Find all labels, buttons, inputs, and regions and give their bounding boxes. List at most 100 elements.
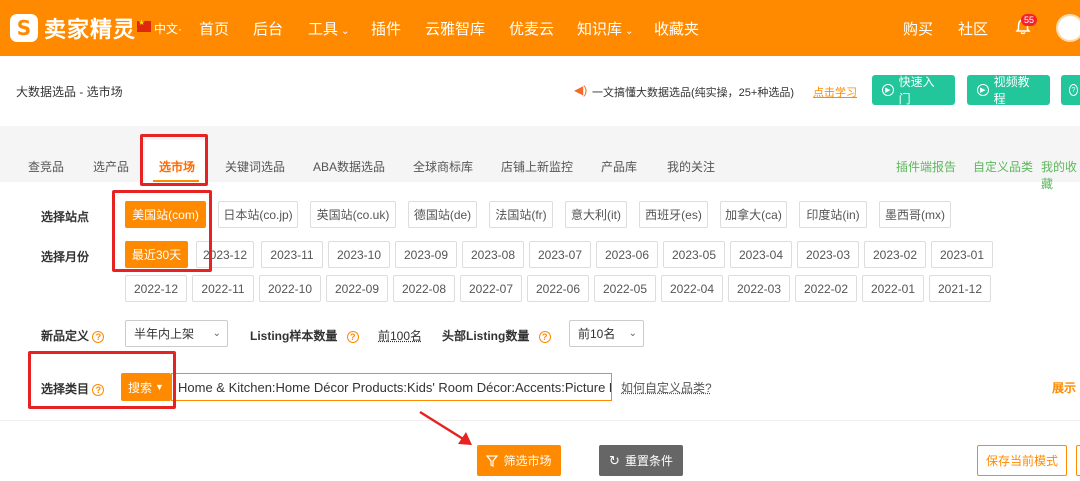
site-chip-de[interactable]: 德国站(de) <box>408 201 477 228</box>
quick-start-button[interactable]: ▶ 快速入门 <box>872 75 955 106</box>
month-chip[interactable]: 2022-06 <box>527 275 589 302</box>
filter-icon <box>486 454 499 467</box>
help-icon[interactable]: ? <box>538 330 551 343</box>
month-chip[interactable]: 2022-12 <box>125 275 187 302</box>
month-chip[interactable]: 2022-07 <box>460 275 522 302</box>
language-selector[interactable]: 中文· <box>154 20 182 37</box>
chevron-down-icon: ⌄ <box>628 328 637 339</box>
month-chip[interactable]: 2021-12 <box>929 275 991 302</box>
month-chip[interactable]: 2022-02 <box>795 275 857 302</box>
help-button[interactable]: ? <box>1061 75 1080 105</box>
site-chip-it[interactable]: 意大利(it) <box>565 201 627 228</box>
chevron-down-icon: ⌄ <box>625 26 634 37</box>
top-nav-bar: S 卖家精灵 中文· 首页 后台 工具⌄ 插件 云雅智库 优麦云 知识库⌄ 收藏… <box>0 0 1080 56</box>
tab-my-follows[interactable]: 我的关注 <box>667 158 715 175</box>
chevron-down-icon: ⌄ <box>212 328 221 339</box>
my-favorites-link[interactable]: 我的收藏 <box>1041 158 1080 192</box>
site-chip-ca[interactable]: 加拿大(ca) <box>720 201 787 228</box>
annotation-box-site-month <box>112 190 212 272</box>
notification-badge: 55 <box>1021 14 1038 26</box>
month-chip[interactable]: 2023-05 <box>663 241 725 268</box>
speaker-icon: ◀) <box>574 83 588 97</box>
month-chip[interactable]: 2022-01 <box>862 275 924 302</box>
logo-text: 卖家精灵 <box>44 17 137 42</box>
nav-item-knowledge[interactable]: 知识库 ⌄ <box>577 18 633 39</box>
new-product-label: 新品定义 ? <box>41 327 105 344</box>
nav-item-buy[interactable]: 购买 <box>903 18 933 39</box>
site-chip-mx[interactable]: 墨西哥(mx) <box>879 201 951 228</box>
category-input[interactable]: Home & Kitchen:Home Décor Products:Kids'… <box>171 373 612 401</box>
notice-text: 一文搞懂大数据选品(纯实操，25+种选品) <box>592 87 794 99</box>
tab-trademark[interactable]: 全球商标库 <box>413 158 473 175</box>
help-icon[interactable]: ? <box>346 330 359 343</box>
custom-category-link[interactable]: 自定义品类 <box>973 158 1033 175</box>
tab-product-library[interactable]: 产品库 <box>601 158 637 175</box>
site-label: 选择站点 <box>41 210 90 224</box>
annotation-box-tab <box>140 134 208 186</box>
nav-item-tools[interactable]: 工具 ⌄ <box>308 18 349 39</box>
month-chip[interactable]: 2022-11 <box>192 275 254 302</box>
help-icon[interactable]: ? <box>92 330 105 343</box>
month-chip[interactable]: 2023-01 <box>931 241 993 268</box>
page-title: 大数据选品 - 选市场 <box>16 85 123 99</box>
annotation-box-category <box>28 351 176 409</box>
save-mode-button[interactable]: 保存当前模式 <box>977 445 1067 476</box>
month-chip[interactable]: 2023-09 <box>395 241 457 268</box>
site-chip-jp[interactable]: 日本站(co.jp) <box>218 201 298 228</box>
listing-sample-label: Listing样本数量 ? <box>250 327 359 344</box>
nav-item-favorites[interactable]: 收藏夹 <box>654 18 699 39</box>
logo[interactable]: S 卖家精灵 <box>10 12 136 44</box>
head-listing-label: 头部Listing数量 ? <box>442 327 551 344</box>
month-chip[interactable]: 2023-04 <box>730 241 792 268</box>
reset-button[interactable]: ↻ 重置条件 <box>599 445 683 476</box>
expand-link[interactable]: 展示 <box>1052 379 1076 396</box>
nav-item-home[interactable]: 首页 <box>199 18 229 39</box>
more-button[interactable] <box>1076 445 1080 476</box>
site-chip-in[interactable]: 印度站(in) <box>799 201 867 228</box>
nav-item-youmaiyun[interactable]: 优麦云 <box>509 18 554 39</box>
month-chip[interactable]: 2022-03 <box>728 275 790 302</box>
head-listing-select[interactable]: 前10名 ⌄ <box>569 320 644 347</box>
month-chip[interactable]: 2022-09 <box>326 275 388 302</box>
tab-store-monitor[interactable]: 店铺上新监控 <box>501 158 573 175</box>
refresh-icon: ↻ <box>609 452 620 468</box>
month-chip[interactable]: 2022-04 <box>661 275 723 302</box>
custom-category-help-link[interactable]: 如何自定义品类? <box>621 379 712 396</box>
nav-item-yunya[interactable]: 云雅智库 <box>425 18 485 39</box>
tab-keyword[interactable]: 关键词选品 <box>225 158 285 175</box>
nav-item-plugin[interactable]: 插件 <box>371 18 401 39</box>
month-chip[interactable]: 2023-07 <box>529 241 591 268</box>
tab-aba[interactable]: ABA数据选品 <box>313 158 385 175</box>
listing-sample-value[interactable]: 前100名 <box>378 327 422 344</box>
month-chip[interactable]: 2023-10 <box>328 241 390 268</box>
month-chip[interactable]: 2023-03 <box>797 241 859 268</box>
nav-item-backend[interactable]: 后台 <box>253 18 283 39</box>
china-flag-icon[interactable] <box>137 18 151 32</box>
month-chip[interactable]: 2022-10 <box>259 275 321 302</box>
nav-item-community[interactable]: 社区 <box>958 18 988 39</box>
tab-product[interactable]: 选产品 <box>93 158 129 175</box>
new-product-select[interactable]: 半年内上架 ⌄ <box>125 320 228 347</box>
learn-link[interactable]: 点击学习 <box>813 84 857 100</box>
month-chip[interactable]: 2023-02 <box>864 241 926 268</box>
avatar[interactable] <box>1056 14 1080 42</box>
divider <box>0 420 1080 421</box>
site-chip-fr[interactable]: 法国站(fr) <box>489 201 553 228</box>
month-chip[interactable]: 2023-08 <box>462 241 524 268</box>
month-label: 选择月份 <box>41 250 90 264</box>
month-chip[interactable]: 2023-06 <box>596 241 658 268</box>
annotation-arrow-icon <box>419 410 472 445</box>
tab-competitor[interactable]: 查竞品 <box>28 158 64 175</box>
month-chip[interactable]: 2023-11 <box>261 241 323 268</box>
month-chip[interactable]: 2022-08 <box>393 275 455 302</box>
site-chip-es[interactable]: 西班牙(es) <box>639 201 708 228</box>
site-chip-uk[interactable]: 英国站(co.uk) <box>310 201 396 228</box>
video-tutorial-button[interactable]: ▶ 视频教程 <box>967 75 1050 106</box>
plugin-report-link[interactable]: 插件端报告 <box>896 158 956 175</box>
filter-market-button[interactable]: 筛选市场 <box>477 445 561 476</box>
month-chip[interactable]: 2022-05 <box>594 275 656 302</box>
chevron-down-icon: ⌄ <box>341 26 350 37</box>
logo-mark-icon: S <box>10 14 38 42</box>
help-circle-icon: ? <box>1069 84 1078 96</box>
play-circle-icon: ▶ <box>882 84 894 96</box>
